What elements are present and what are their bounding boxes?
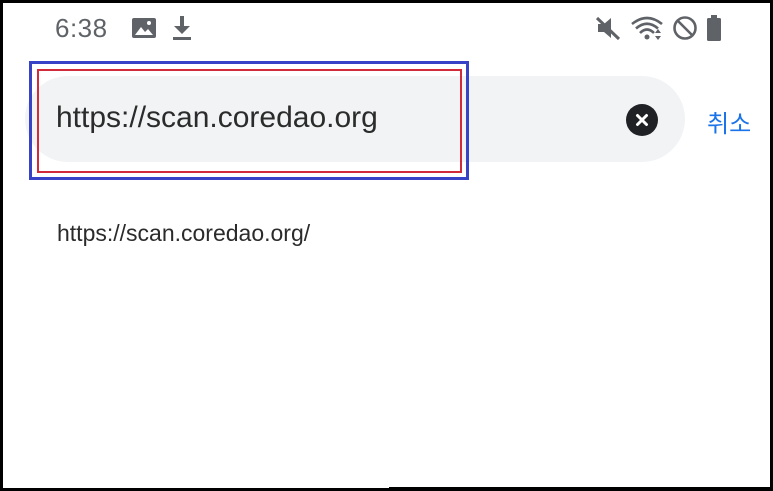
browser-screen: 6:38 https://scan.coredao.org 취소 https:/… — [0, 0, 773, 491]
status-bar: 6:38 — [3, 3, 770, 55]
do-not-disturb-icon — [672, 15, 698, 41]
status-left-icons — [131, 15, 193, 41]
divider — [389, 487, 773, 489]
url-input[interactable] — [56, 95, 456, 141]
status-time: 6:38 — [55, 13, 108, 43]
clear-icon — [635, 113, 649, 127]
status-right-icons — [594, 14, 722, 42]
suggestion-item[interactable]: https://scan.coredao.org/ — [57, 215, 737, 251]
battery-icon — [706, 14, 722, 42]
download-icon — [171, 15, 193, 41]
mute-icon — [594, 14, 622, 42]
clear-button[interactable] — [626, 104, 658, 136]
image-icon — [131, 16, 157, 40]
wifi-icon — [630, 14, 664, 42]
cancel-button[interactable]: 취소 — [707, 104, 751, 139]
